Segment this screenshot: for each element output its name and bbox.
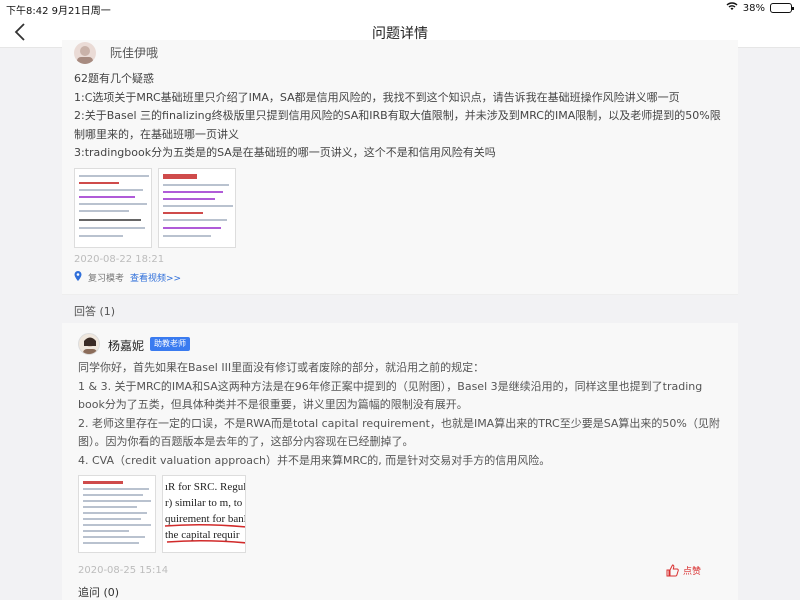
answer-attachments: ıR for SRC. Regul r) similar to m, to qu… bbox=[78, 475, 246, 553]
question-attachments bbox=[74, 168, 236, 248]
thumbs-up-icon bbox=[666, 564, 679, 577]
question-tag: 复习模考 bbox=[88, 274, 125, 284]
question-card: 阮佳伊哦 62题有几个疑惑 1:C选项关于MRC基础班里只介绍了IMA，SA都是… bbox=[62, 40, 738, 294]
question-tag-row: 复习模考 查看视频>> bbox=[74, 271, 181, 284]
view-video-link[interactable]: 查看视频>> bbox=[130, 271, 181, 284]
answer-body: 同学你好，首先如果在Basel III里面没有修订或者废除的部分，就沿用之前的规… bbox=[78, 359, 728, 471]
divider bbox=[62, 294, 738, 295]
attachment-thumbnail[interactable]: ıR for SRC. Regul r) similar to m, to qu… bbox=[162, 475, 246, 553]
question-author: 阮佳伊哦 bbox=[110, 46, 159, 60]
wifi-icon bbox=[726, 2, 738, 14]
status-bar: 下午8:42 9月21日周一 38% bbox=[0, 0, 800, 17]
location-pin-icon bbox=[74, 271, 82, 284]
answer-line: 4. CVA（credit valuation approach）并不是用来算M… bbox=[78, 453, 551, 467]
avatar bbox=[78, 333, 100, 355]
like-button[interactable]: 点赞 bbox=[666, 564, 701, 577]
answer-card: 杨嘉妮 助教老师 同学你好，首先如果在Basel III里面没有修订或者废除的部… bbox=[62, 323, 738, 600]
attachment-thumbnail[interactable] bbox=[78, 475, 156, 553]
like-label: 点赞 bbox=[683, 567, 702, 577]
attachment-thumbnail[interactable] bbox=[158, 168, 236, 248]
role-badge: 助教老师 bbox=[150, 337, 190, 351]
answer-author: 杨嘉妮 bbox=[108, 339, 145, 353]
answer-line: 同学你好，首先如果在Basel III里面没有修订或者废除的部分，就沿用之前的规… bbox=[78, 361, 485, 374]
thumbnail-text-line: r) similar to m, to bbox=[165, 497, 243, 509]
thumbnail-text-line: the capital requir bbox=[165, 529, 240, 541]
thumbnail-text-line: ıR for SRC. Regul bbox=[165, 481, 246, 493]
answer-line: 2. 老师这里存在一定的口误，不是RWA而是total capital requ… bbox=[78, 416, 720, 449]
question-date: 2020-08-22 18:21 bbox=[74, 254, 165, 265]
question-line: 2:关于Basel 三的finalizing终极版里只提到信用风险的SA和IRB… bbox=[74, 109, 721, 141]
answers-section-label: 回答 (1) bbox=[74, 305, 116, 318]
status-right: 38% bbox=[726, 2, 794, 14]
thumbnail-text-line: quirement for banl bbox=[165, 513, 246, 525]
follow-up-count[interactable]: 追问 (0) bbox=[78, 584, 119, 600]
battery-icon bbox=[770, 3, 794, 13]
question-line: 62题有几个疑惑 bbox=[74, 72, 154, 85]
question-line: 1:C选项关于MRC基础班里只介绍了IMA，SA都是信用风险的，我找不到这个知识… bbox=[74, 90, 680, 104]
question-line: 3:tradingbook分为五类是的SA是在基础班的哪一页讲义，这个不是和信用… bbox=[74, 146, 496, 160]
avatar bbox=[74, 42, 96, 64]
question-body: 62题有几个疑惑 1:C选项关于MRC基础班里只介绍了IMA，SA都是信用风险的… bbox=[74, 70, 724, 163]
answer-line: 1 & 3. 关于MRC的IMA和SA这两种方法是在96年修正案中提到的（见附图… bbox=[78, 379, 703, 412]
answer-date: 2020-08-25 15:14 bbox=[78, 565, 169, 576]
status-time-date: 下午8:42 9月21日周一 bbox=[6, 6, 111, 17]
attachment-thumbnail[interactable] bbox=[74, 168, 152, 248]
battery-percent: 38% bbox=[742, 2, 765, 14]
